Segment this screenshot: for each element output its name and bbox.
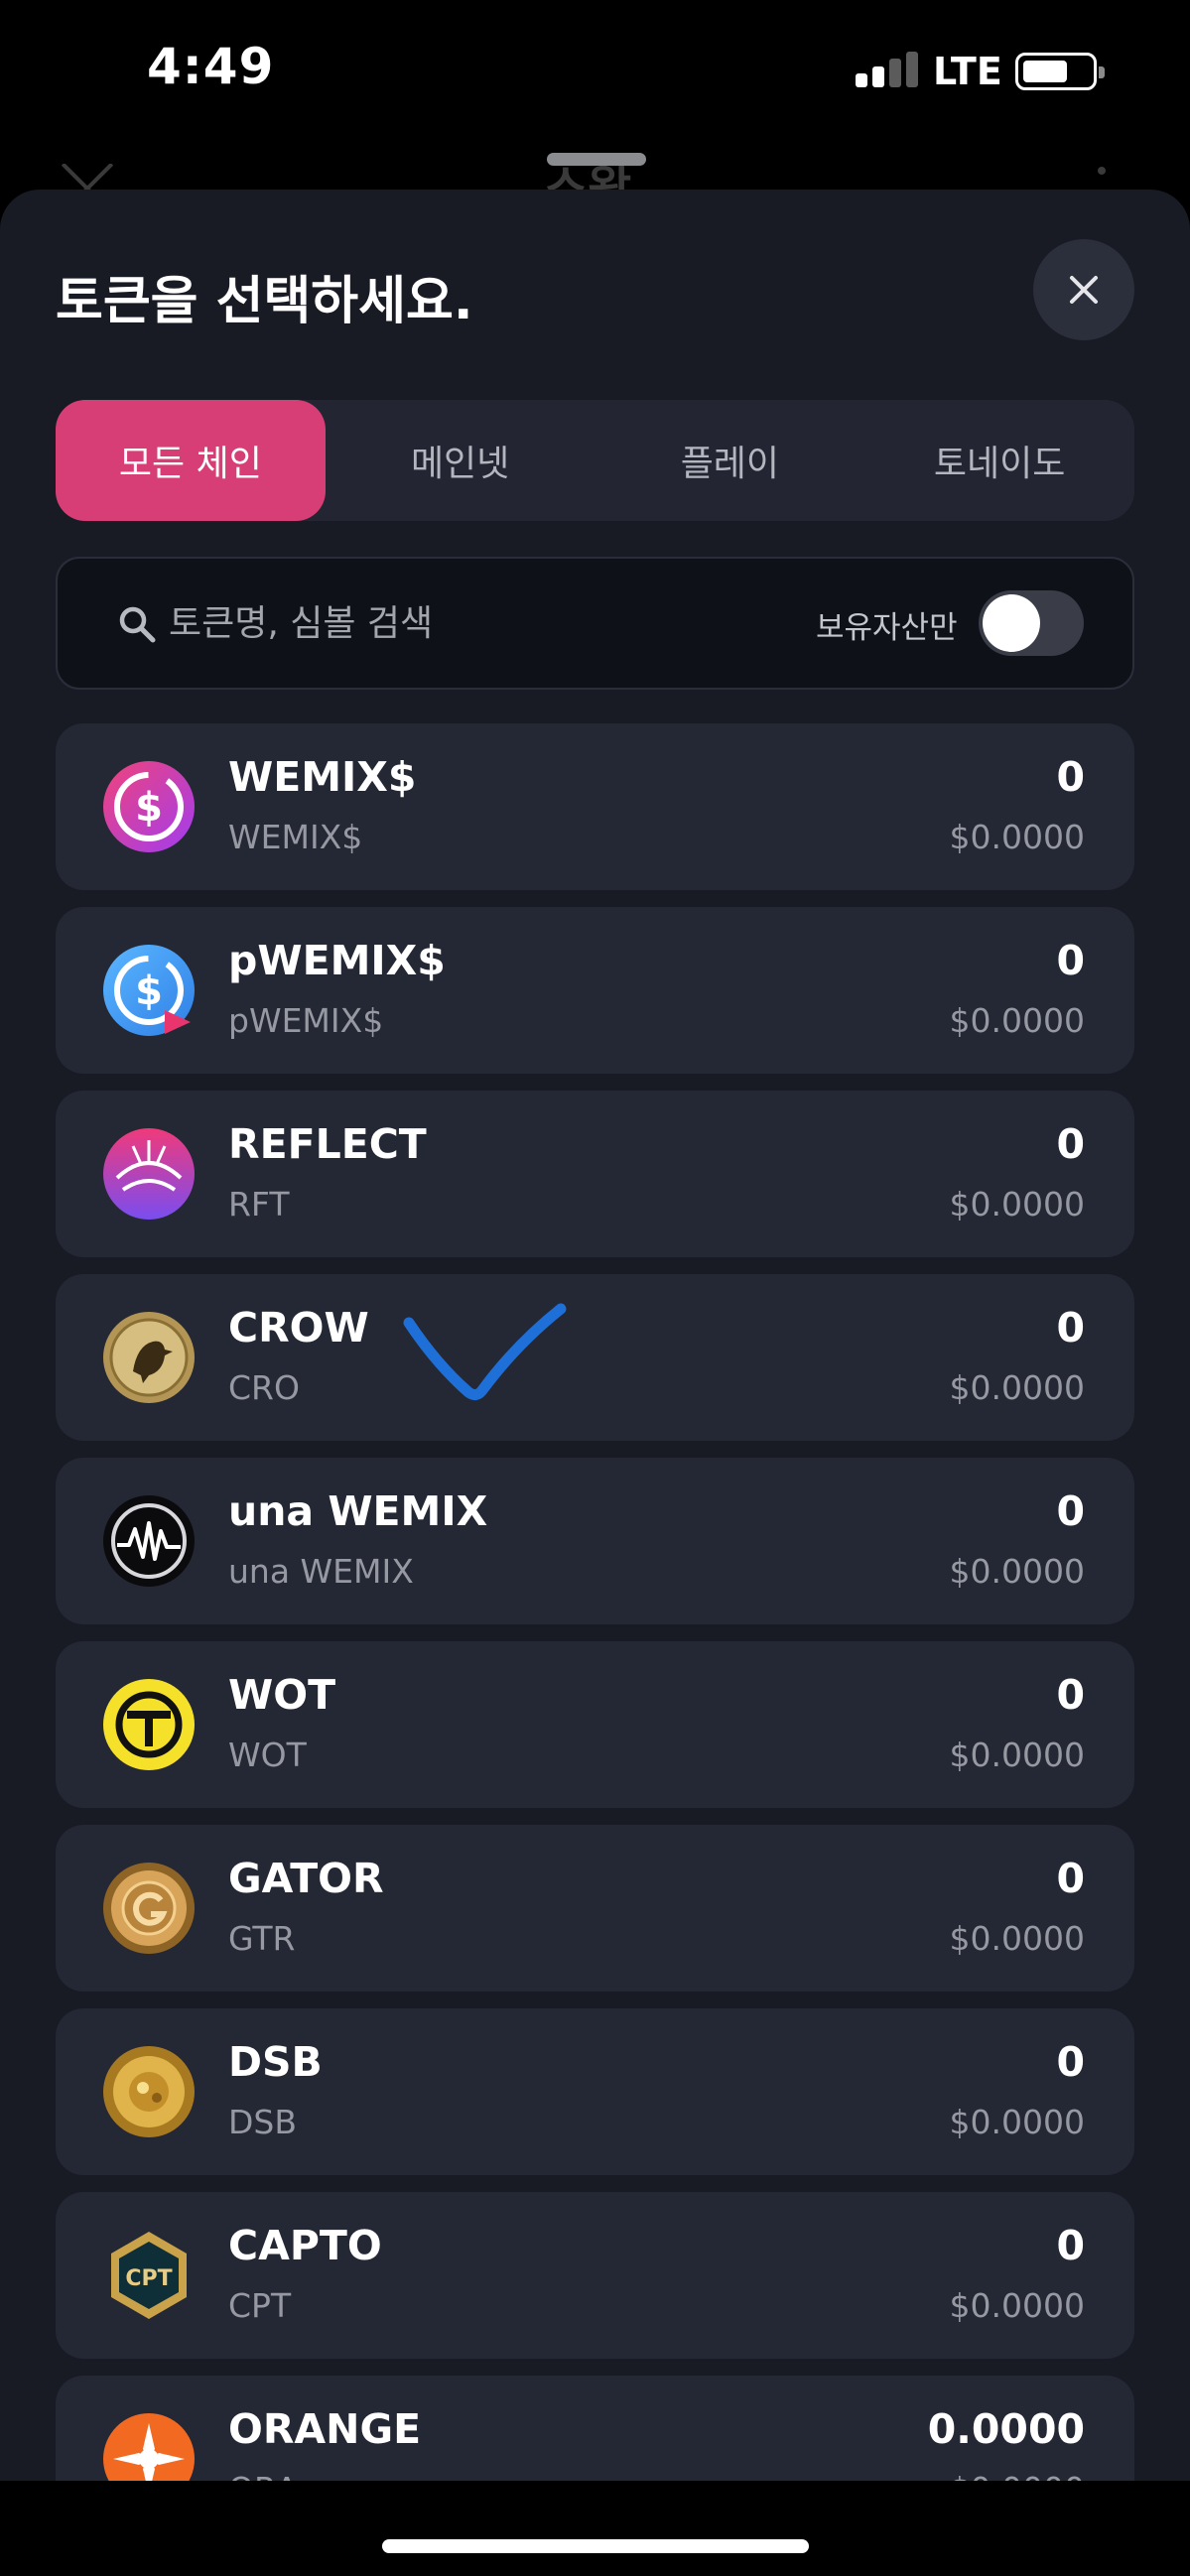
- cellular-signal-icon: [856, 52, 919, 87]
- list-item[interactable]: GATOR GTR 0 $0.0000: [56, 1825, 1134, 1992]
- token-name: REFLECT: [228, 1120, 427, 1168]
- token-symbol: RFT: [228, 1185, 290, 1224]
- tab-mainnet[interactable]: 메인넷: [326, 400, 595, 521]
- search-icon: [119, 606, 156, 643]
- tab-tornado[interactable]: 토네이도: [864, 400, 1134, 521]
- background-menu-icon: [1098, 167, 1106, 175]
- svg-text:CPT: CPT: [125, 2266, 172, 2291]
- token-list: $ WEMIX$ WEMIX$ 0 $0.0000 $ pWEMIX$ pWEM…: [56, 723, 1134, 2559]
- sheet-grabber[interactable]: [547, 153, 646, 166]
- token-usd-value: $0.0000: [949, 1919, 1085, 1958]
- dsb-icon: [103, 2046, 195, 2137]
- list-item[interactable]: DSB DSB 0 $0.0000: [56, 2008, 1134, 2175]
- una-wemix-icon: [103, 1495, 195, 1587]
- token-select-sheet: 토큰을 선택하세요. 모든 체인 메인넷 플레이 토네이도 보유자산만 $ WE…: [0, 190, 1190, 2576]
- token-symbol: WEMIX$: [228, 818, 363, 856]
- token-usd-value: $0.0000: [949, 818, 1085, 856]
- home-indicator[interactable]: [382, 2539, 809, 2553]
- token-symbol: GTR: [228, 1919, 296, 1958]
- status-time: 4:49: [147, 38, 275, 95]
- reflect-icon: [103, 1128, 195, 1220]
- token-name: pWEMIX$: [228, 937, 446, 984]
- token-usd-value: $0.0000: [949, 1736, 1085, 1774]
- token-balance: 0: [1056, 2222, 1085, 2269]
- svg-text:$: $: [135, 785, 163, 831]
- crow-icon: [103, 1312, 195, 1403]
- close-button[interactable]: [1033, 239, 1134, 340]
- status-bar: 4:49 LTE: [0, 0, 1190, 149]
- token-symbol: una WEMIX: [228, 1552, 414, 1591]
- token-usd-value: $0.0000: [949, 2103, 1085, 2141]
- tab-all-chains[interactable]: 모든 체인: [56, 400, 326, 521]
- tab-play[interactable]: 플레이: [595, 400, 865, 521]
- token-name: WEMIX$: [228, 753, 417, 801]
- list-item[interactable]: CPT CAPTO CPT 0 $0.0000: [56, 2192, 1134, 2359]
- capto-icon: CPT: [111, 2232, 187, 2319]
- search-input[interactable]: [169, 588, 725, 658]
- pwemix-dollar-icon: $: [103, 945, 195, 1036]
- token-usd-value: $0.0000: [949, 1185, 1085, 1224]
- token-balance: 0: [1056, 1671, 1085, 1719]
- owned-only-label: 보유자산만: [816, 610, 958, 646]
- list-item[interactable]: $ WEMIX$ WEMIX$ 0 $0.0000: [56, 723, 1134, 890]
- chain-tabs: 모든 체인 메인넷 플레이 토네이도: [56, 400, 1134, 521]
- bottom-safe-area: [0, 2481, 1190, 2576]
- wot-icon: [103, 1679, 195, 1770]
- wemix-dollar-icon: $: [103, 761, 195, 852]
- token-balance: 0: [1056, 753, 1085, 801]
- token-balance: 0: [1056, 937, 1085, 984]
- token-usd-value: $0.0000: [949, 1001, 1085, 1040]
- sheet-title: 토큰을 선택하세요.: [56, 272, 473, 331]
- token-balance: 0: [1056, 1304, 1085, 1352]
- owned-only-toggle[interactable]: [979, 590, 1084, 656]
- token-balance: 0.0000: [927, 2405, 1085, 2453]
- token-name: CROW: [228, 1304, 369, 1352]
- token-symbol: WOT: [228, 1736, 307, 1774]
- token-name: DSB: [228, 2038, 323, 2086]
- search-bar: 보유자산만: [56, 557, 1134, 690]
- list-item[interactable]: $ pWEMIX$ pWEMIX$ 0 $0.0000: [56, 907, 1134, 1074]
- token-symbol: DSB: [228, 2103, 297, 2141]
- token-symbol: pWEMIX$: [228, 1001, 384, 1040]
- token-balance: 0: [1056, 1120, 1085, 1168]
- battery-icon: [1015, 53, 1105, 90]
- token-name: ORANGE: [228, 2405, 422, 2453]
- list-item[interactable]: REFLECT RFT 0 $0.0000: [56, 1091, 1134, 1257]
- token-usd-value: $0.0000: [949, 1368, 1085, 1407]
- token-symbol: CPT: [228, 2286, 292, 2325]
- gator-icon: [103, 1863, 195, 1954]
- list-item[interactable]: CROW CRO 0 $0.0000: [56, 1274, 1134, 1441]
- token-name: CAPTO: [228, 2222, 382, 2269]
- token-balance: 0: [1056, 1487, 1085, 1535]
- svg-text:$: $: [135, 968, 163, 1014]
- token-usd-value: $0.0000: [949, 2286, 1085, 2325]
- token-name: una WEMIX: [228, 1487, 488, 1535]
- token-name: GATOR: [228, 1855, 384, 1902]
- list-item[interactable]: WOT WOT 0 $0.0000: [56, 1641, 1134, 1808]
- token-balance: 0: [1056, 1855, 1085, 1902]
- token-name: WOT: [228, 1671, 336, 1719]
- token-symbol: CRO: [228, 1368, 300, 1407]
- token-balance: 0: [1056, 2038, 1085, 2086]
- token-usd-value: $0.0000: [949, 1552, 1085, 1591]
- network-type: LTE: [933, 50, 1002, 93]
- checkmark-annotation-icon: [403, 1303, 567, 1401]
- list-item[interactable]: una WEMIX una WEMIX 0 $0.0000: [56, 1458, 1134, 1624]
